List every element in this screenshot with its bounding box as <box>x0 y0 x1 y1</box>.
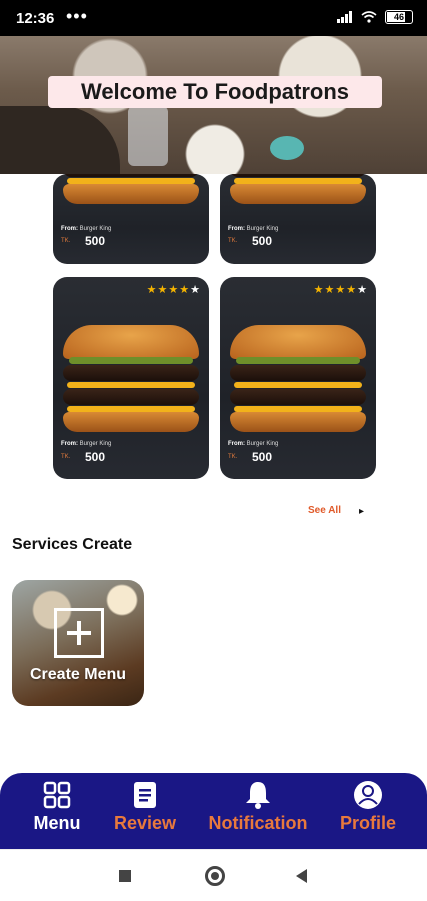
rating-stars: ★★★★★ <box>146 284 201 296</box>
system-nav-bar <box>0 849 427 901</box>
card-from: From: Burger King <box>61 441 112 447</box>
nav-label: Review <box>113 813 177 833</box>
nav-label: Menu <box>33 813 81 833</box>
card-currency: TK. <box>228 454 238 460</box>
add-icon <box>54 608 104 658</box>
hero-banner: Welcome To Foodpatrons <box>0 36 427 174</box>
burger-image <box>230 325 366 432</box>
nav-item-notification[interactable]: Notification <box>204 779 312 834</box>
document-icon <box>134 782 156 808</box>
burger-image <box>63 174 199 204</box>
notification-dots: ••• <box>66 6 88 26</box>
card-price: 500 <box>252 234 273 248</box>
battery-level: 46 <box>393 12 404 22</box>
nav-item-review[interactable]: Review <box>110 779 180 834</box>
see-all-link[interactable]: See All <box>308 505 341 516</box>
recents-icon[interactable] <box>119 870 131 882</box>
create-menu-button[interactable]: Create Menu <box>12 580 144 706</box>
card-currency: TK. <box>61 454 71 460</box>
battery-icon: 46 <box>385 10 413 24</box>
burger-image <box>63 325 199 432</box>
status-bar: 12:36 ••• 46 <box>0 0 427 36</box>
home-icon[interactable] <box>205 866 225 886</box>
food-card[interactable]: From: Burger King TK. 500 <box>53 174 209 264</box>
food-card[interactable]: From: Burger King TK. 500 <box>220 174 376 264</box>
bell-icon <box>246 782 270 809</box>
card-from: From: Burger King <box>228 226 279 232</box>
status-time: 12:36 <box>16 10 55 27</box>
card-price: 500 <box>252 450 273 464</box>
card-price: 500 <box>85 234 106 248</box>
status-icons: 46 <box>337 10 413 24</box>
user-circle-icon <box>354 781 382 809</box>
nav-item-profile[interactable]: Profile <box>336 779 400 834</box>
burger-image <box>230 174 366 204</box>
chevron-right-icon[interactable]: ▸ <box>359 506 364 517</box>
card-from: From: Burger King <box>228 441 279 447</box>
card-currency: TK. <box>61 238 71 244</box>
rating-stars: ★★★★★ <box>313 284 368 296</box>
bottom-nav: Menu Review Notification Profile <box>0 773 427 849</box>
create-menu-label: Create Menu <box>29 666 127 683</box>
card-from: From: Burger King <box>61 226 112 232</box>
wifi-icon <box>361 11 377 23</box>
back-icon[interactable] <box>296 869 307 883</box>
nav-item-menu[interactable]: Menu <box>28 779 86 834</box>
food-card[interactable]: ★★★★★ From: Burger King TK. 500 <box>220 277 376 479</box>
services-create-heading: Services Create <box>12 536 133 553</box>
welcome-title: Welcome To Foodpatrons <box>48 76 382 108</box>
grid-icon <box>43 781 71 809</box>
card-currency: TK. <box>228 238 238 244</box>
signal-icon <box>337 11 352 23</box>
card-price: 500 <box>85 450 106 464</box>
nav-label: Notification <box>208 813 308 833</box>
food-card[interactable]: ★★★★★ From: Burger King TK. 500 <box>53 277 209 479</box>
nav-label: Profile <box>339 813 396 833</box>
